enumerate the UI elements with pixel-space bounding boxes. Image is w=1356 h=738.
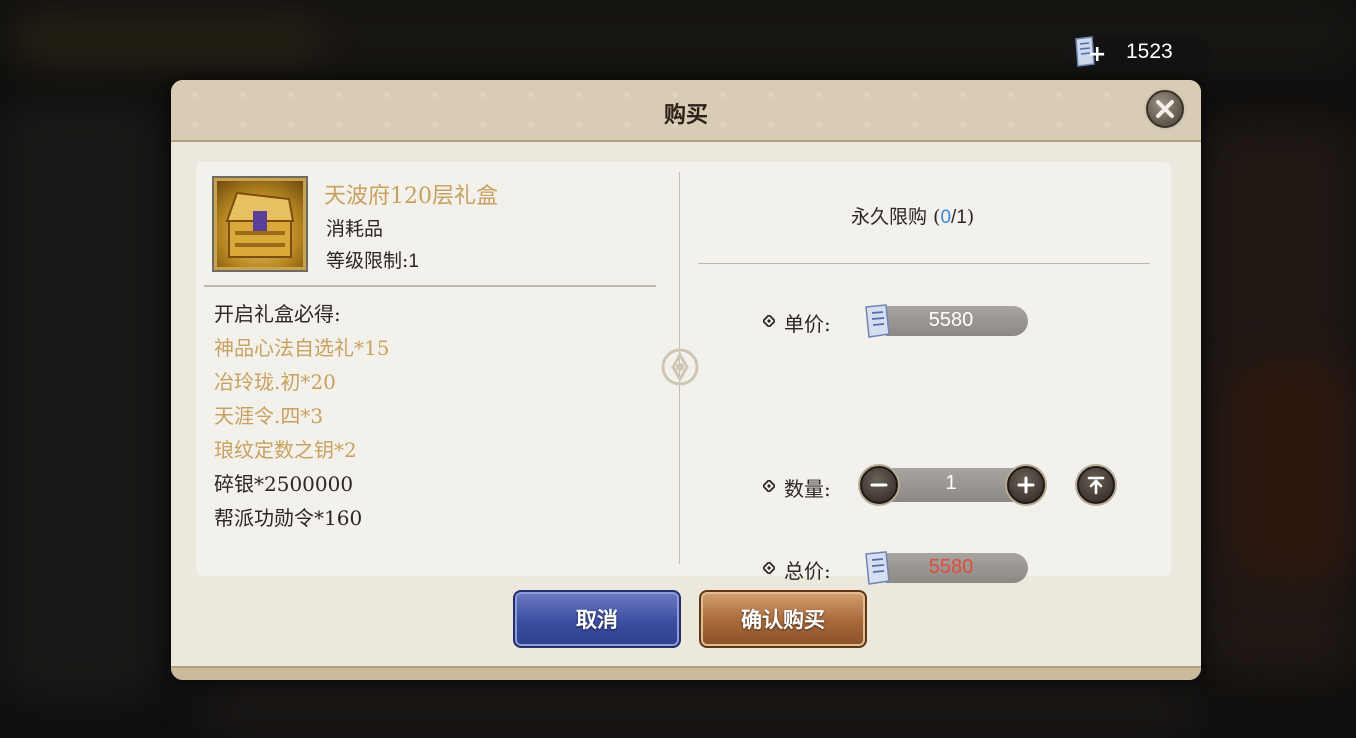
- dialog-title: 购买: [663, 102, 708, 128]
- diamond-bullet-icon: [763, 562, 775, 574]
- unit-price-bar: 5580: [886, 306, 1028, 336]
- unit-price-label: 单价:: [784, 312, 831, 336]
- reward-item: 帮派功勋令*160: [214, 506, 363, 530]
- gift-chest-icon: [217, 181, 303, 267]
- plus-icon: [1017, 476, 1035, 494]
- decrease-button[interactable]: [860, 466, 898, 504]
- total-price-label: 总价:: [784, 559, 831, 583]
- rewards-list: 开启礼盒必得: 神品心法自选礼*15 冶玲珑.初*20 天涯令.四*3 琅纹定数…: [214, 298, 389, 536]
- reward-item: 碎银*2500000: [214, 472, 354, 496]
- purchase-limit: 永久限购 (0/1): [851, 202, 974, 229]
- item-icon-frame[interactable]: [212, 176, 308, 272]
- reward-item: 天涯令.四*3: [214, 404, 324, 428]
- max-quantity-button[interactable]: [1077, 466, 1115, 504]
- limit-max: 1: [956, 207, 967, 228]
- limit-label: 永久限购 (: [851, 206, 941, 228]
- close-button[interactable]: [1146, 90, 1184, 128]
- max-icon: [1087, 476, 1105, 495]
- limit-close: ): [966, 206, 975, 228]
- close-icon: [1156, 100, 1174, 118]
- reward-item: 冶玲珑.初*20: [214, 370, 336, 394]
- minus-icon: [870, 483, 888, 487]
- unit-price-value: 5580: [928, 309, 974, 331]
- item-type: 消耗品: [326, 218, 384, 240]
- emblem-icon: [661, 348, 699, 386]
- total-price-bar: 5580: [886, 553, 1028, 583]
- rewards-header: 开启礼盒必得:: [214, 302, 341, 326]
- divider: [204, 285, 656, 287]
- item-name: 天波府120层礼盒: [324, 184, 498, 209]
- confirm-purchase-button[interactable]: 确认购买: [699, 590, 867, 648]
- dialog-footer: [171, 666, 1201, 680]
- diamond-bullet-icon: [763, 480, 775, 492]
- total-price-value: 5580: [928, 556, 974, 578]
- currency-display[interactable]: + 1523: [1066, 36, 1210, 68]
- diamond-bullet-icon: [763, 315, 775, 327]
- ticket-icon: [865, 551, 890, 585]
- level-label: 等级限制:: [326, 250, 409, 272]
- plus-icon[interactable]: +: [1088, 44, 1106, 66]
- ticket-icon: [865, 304, 890, 338]
- reward-item: 神品心法自选礼*15: [214, 336, 390, 360]
- reward-item: 琅纹定数之钥*2: [214, 438, 357, 462]
- quantity-value[interactable]: 1: [896, 472, 1006, 495]
- cancel-button[interactable]: 取消: [513, 590, 681, 648]
- limit-current: 0: [940, 207, 952, 228]
- level-value: 1: [408, 251, 419, 272]
- currency-amount: 1523: [1126, 40, 1173, 63]
- purchase-dialog: 购买 天波府120层礼盒 消耗品 等级限制:1 开启礼盒必得: 神品心法自选礼*…: [171, 80, 1201, 680]
- content-panel: 天波府120层礼盒 消耗品 等级限制:1 开启礼盒必得: 神品心法自选礼*15 …: [196, 162, 1171, 585]
- increase-button[interactable]: [1007, 466, 1045, 504]
- item-level-limit: 等级限制:1: [326, 246, 419, 273]
- quantity-label: 数量:: [784, 477, 831, 501]
- divider: [698, 263, 1150, 264]
- dialog-header: 购买: [171, 80, 1201, 142]
